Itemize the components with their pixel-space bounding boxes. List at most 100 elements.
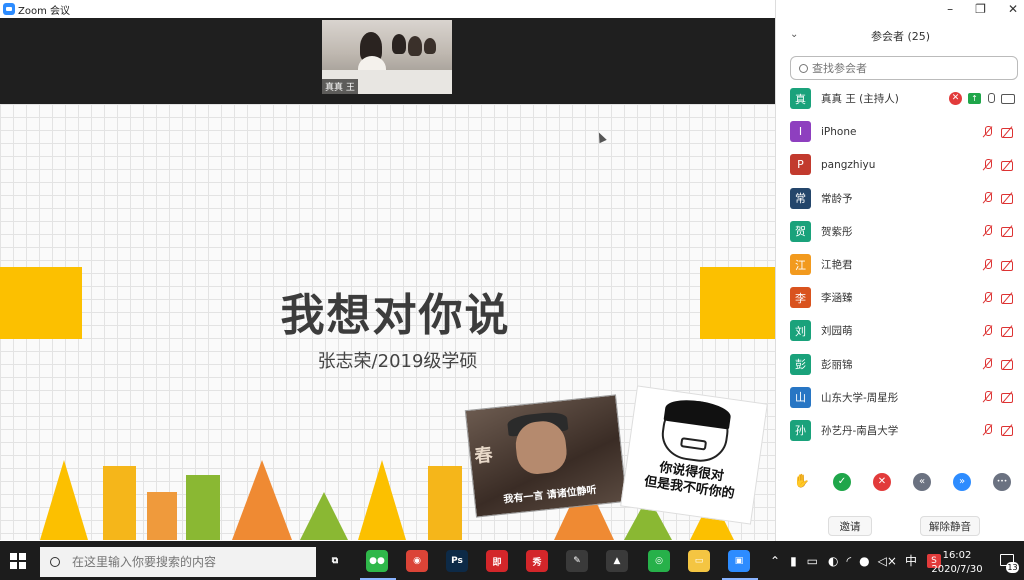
participant-name: pangzhiyu (821, 158, 876, 171)
video-participant-name: 真真 王 (322, 79, 358, 94)
participant-search[interactable] (790, 56, 1018, 80)
camera-off-icon[interactable] (1001, 358, 1015, 371)
windows-taskbar: ⧉ ●● ◉ Ps 即秀 ✎ ▲ ◎ ▭ ▣ ⌃ ▮ ▭ ◐ ◜ ● ◁× 中 S 16:02 2… (0, 541, 1024, 580)
participant-status-icons (981, 424, 1015, 437)
go-faster-button[interactable]: » (953, 473, 971, 491)
slide-bar (147, 492, 177, 540)
zoom-icon[interactable]: ▣ (728, 550, 750, 572)
file-explorer-icon[interactable]: ▭ (688, 550, 710, 572)
microphone-muted-icon[interactable] (981, 424, 995, 436)
slide-bar (186, 475, 220, 540)
participant-name: 江艳君 (821, 259, 853, 272)
participant-row[interactable]: 贺贺紫彤 (776, 215, 1024, 248)
participant-row[interactable]: 江江艳君 (776, 248, 1024, 281)
chrome-icon[interactable]: ◉ (406, 550, 428, 572)
battery-icon[interactable]: ▭ (807, 554, 818, 568)
participant-row[interactable]: 孙孙艺丹-南昌大学 (776, 414, 1024, 447)
raise-hand-button[interactable]: ✋ (793, 473, 811, 491)
avatar: I (790, 121, 811, 143)
panel-header: ⌄ 参会者 (25) (776, 28, 1024, 48)
security-icon[interactable]: ◐ (828, 554, 838, 568)
wechat-tray-icon[interactable]: ● (859, 554, 869, 568)
search-icon (50, 557, 60, 567)
microphone-muted-icon[interactable] (981, 291, 995, 304)
microphone-muted-icon[interactable] (981, 192, 995, 204)
wechat-icon[interactable]: ●● (366, 550, 388, 572)
minimize-button[interactable]: – (947, 2, 953, 16)
camera-icon[interactable] (1001, 93, 1015, 104)
microphone-icon[interactable] (987, 92, 995, 105)
restore-button[interactable]: ❐ (975, 2, 986, 16)
windows-start-icon[interactable] (10, 553, 26, 569)
avatar: 孙 (790, 419, 811, 441)
taskbar-clock[interactable]: 16:02 2020/7/30 (926, 549, 988, 577)
input-method-indicator[interactable]: 中 (905, 552, 917, 569)
participant-row[interactable]: 山山东大学-周星彤 (776, 381, 1024, 414)
ring-app-icon[interactable]: ◎ (648, 550, 670, 572)
zoom-logo-icon (3, 3, 15, 15)
camera-off-icon[interactable] (1001, 259, 1015, 271)
more-button[interactable]: ••• (993, 473, 1011, 491)
microphone-muted-icon[interactable] (981, 324, 995, 337)
drive-icon[interactable]: ▲ (606, 550, 628, 572)
participant-name: 贺紫彤 (821, 225, 853, 238)
slide-triangle (40, 460, 88, 540)
app-red-2-icon[interactable]: 秀 (526, 550, 548, 572)
close-button[interactable]: ✕ (1008, 2, 1018, 16)
participant-name: 李涵臻 (821, 292, 853, 305)
slide-bar (103, 466, 136, 540)
microphone-muted-icon[interactable] (981, 125, 995, 138)
show-hidden-icons-icon[interactable]: ⌃ (770, 554, 780, 568)
invite-button[interactable]: 邀请 (828, 516, 872, 536)
participant-row[interactable]: 李李涵臻 (776, 281, 1024, 314)
microphone-muted-icon[interactable] (981, 225, 995, 237)
go-slower-button[interactable]: « (913, 473, 931, 491)
participant-row[interactable]: 真真真 王 (主持人) ✕ ↑ (776, 82, 1024, 115)
slide-triangle (358, 460, 406, 540)
camera-off-icon[interactable] (1001, 391, 1015, 404)
slide-bar (428, 466, 462, 540)
microphone-muted-icon[interactable] (981, 158, 995, 171)
video-thumbnail[interactable]: 真真 王 (322, 20, 452, 94)
microphone-muted-icon[interactable] (981, 258, 995, 271)
camera-off-icon[interactable] (1001, 159, 1015, 171)
task-view-icon[interactable]: ⧉ (324, 550, 346, 572)
participant-row[interactable]: 刘刘园萌 (776, 314, 1024, 347)
participant-name: 常龄予 (821, 192, 853, 205)
microphone-muted-icon[interactable] (981, 391, 995, 403)
camera-off-icon[interactable] (1001, 292, 1015, 304)
camera-off-icon[interactable] (1001, 424, 1015, 437)
chevron-down-icon[interactable]: ⌄ (790, 29, 798, 40)
wifi-icon[interactable]: ◜ (847, 554, 852, 568)
stop-share-icon[interactable]: ✕ (949, 92, 962, 106)
app-red-1-icon[interactable]: 即 (486, 550, 508, 572)
yes-button[interactable]: ✓ (833, 473, 851, 491)
system-tray: ⌃ ▮ ▭ ◐ ◜ ● ◁× 中 S (770, 541, 941, 580)
microphone-muted-icon[interactable] (981, 358, 995, 370)
camera-off-icon[interactable] (1001, 192, 1015, 205)
participant-row[interactable]: 常常龄予 (776, 182, 1024, 215)
camera-off-icon[interactable] (1001, 325, 1015, 337)
no-button[interactable]: ✕ (873, 473, 891, 491)
meme-image-left: 春 我有一言 请诸位静听 (464, 394, 628, 518)
avatar: 彭 (790, 353, 811, 375)
panel-title: 参会者 (25) (870, 30, 931, 43)
volume-muted-icon[interactable]: ◁× (878, 554, 897, 568)
participant-status-icons (981, 358, 1015, 371)
pen-app-icon[interactable]: ✎ (566, 550, 588, 572)
photoshop-icon[interactable]: Ps (446, 550, 468, 572)
taskbar-search[interactable] (40, 547, 316, 577)
participant-row[interactable]: 彭彭丽锦 (776, 348, 1024, 381)
participant-row[interactable]: Ppangzhiyu (776, 148, 1024, 181)
participant-search-input[interactable] (812, 61, 1002, 75)
camera-off-icon[interactable] (1001, 126, 1015, 138)
participant-row[interactable]: IiPhone (776, 115, 1024, 148)
taskbar-search-input[interactable] (72, 555, 302, 569)
avatar: 贺 (790, 220, 811, 242)
camera-off-icon[interactable] (1001, 225, 1015, 238)
avatar: 刘 (790, 320, 811, 342)
pen-icon[interactable]: ▮ (790, 554, 797, 568)
avatar: 真 (790, 88, 811, 110)
unmute-all-button[interactable]: 解除静音 (920, 516, 980, 536)
participant-status-icons (981, 291, 1015, 304)
